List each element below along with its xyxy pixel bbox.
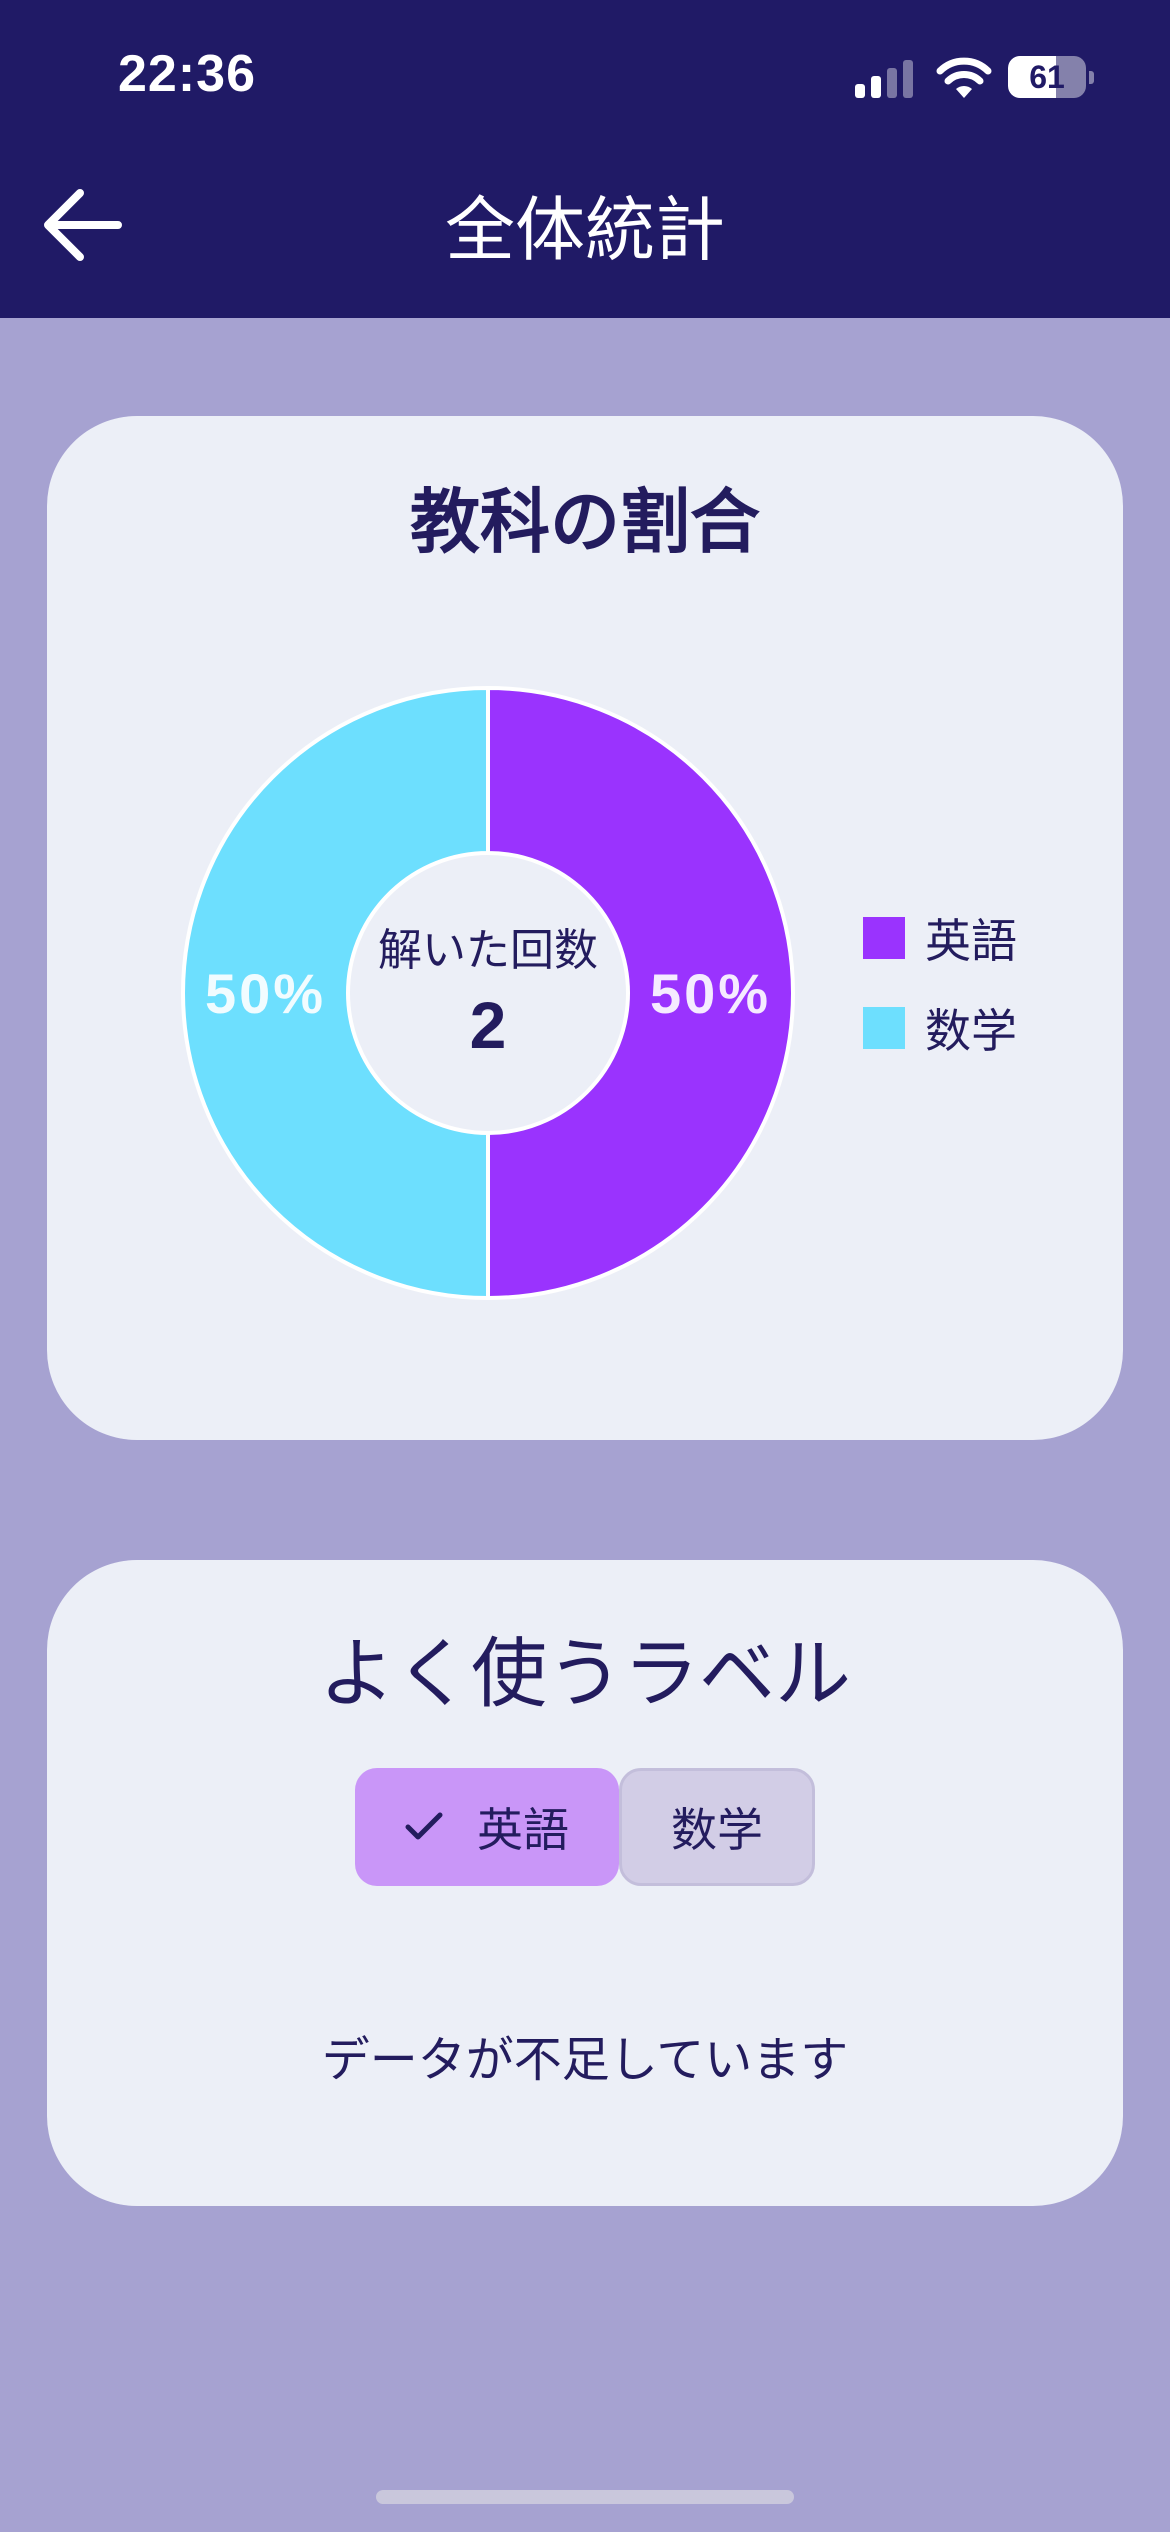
check-icon	[405, 1812, 443, 1842]
legend-label: 数学	[925, 1004, 1017, 1058]
chip-english[interactable]: 英語	[355, 1768, 619, 1886]
frequent-labels-card: よく使うラベル 英語 数学 データが不足しています	[47, 1560, 1123, 2206]
battery-level: 61	[1029, 59, 1065, 95]
home-indicator	[376, 2490, 794, 2504]
battery-icon: 61	[1008, 56, 1086, 98]
slice-percent-label: 50%	[205, 962, 326, 1025]
chip-label: 英語	[477, 1803, 569, 1857]
page-title: 全体統計	[445, 189, 725, 271]
legend-item-math: 数学	[863, 998, 1017, 1058]
subject-ratio-title: 教科の割合	[410, 481, 760, 563]
signal-icon	[855, 58, 915, 98]
frequent-labels-title: よく使うラベル	[319, 1629, 851, 1718]
subject-ratio-card: 教科の割合 50% 50% 解いた回数 2 英語 数学	[47, 416, 1123, 1440]
label-chips: 英語 数学	[47, 1768, 1123, 1886]
wifi-icon	[936, 57, 992, 98]
chart-legend: 英語 数学	[863, 908, 1017, 1088]
center-value: 2	[470, 988, 507, 1062]
slice-percent-label: 50%	[650, 962, 771, 1025]
chip-math[interactable]: 数学	[619, 1768, 815, 1886]
battery-nub	[1089, 71, 1094, 84]
chip-label: 数学	[671, 1803, 763, 1857]
legend-swatch	[863, 917, 905, 959]
center-label: 解いた回数	[378, 925, 598, 976]
status-time: 22:36	[118, 45, 256, 103]
legend-item-english: 英語	[863, 908, 1017, 968]
legend-label: 英語	[925, 914, 1017, 968]
empty-message: データが不足しています	[321, 2032, 849, 2088]
subject-donut-chart: 50% 50% 解いた回数 2	[181, 685, 795, 1301]
legend-swatch	[863, 1007, 905, 1049]
app-header: 22:36 61 全体統計	[0, 0, 1170, 318]
